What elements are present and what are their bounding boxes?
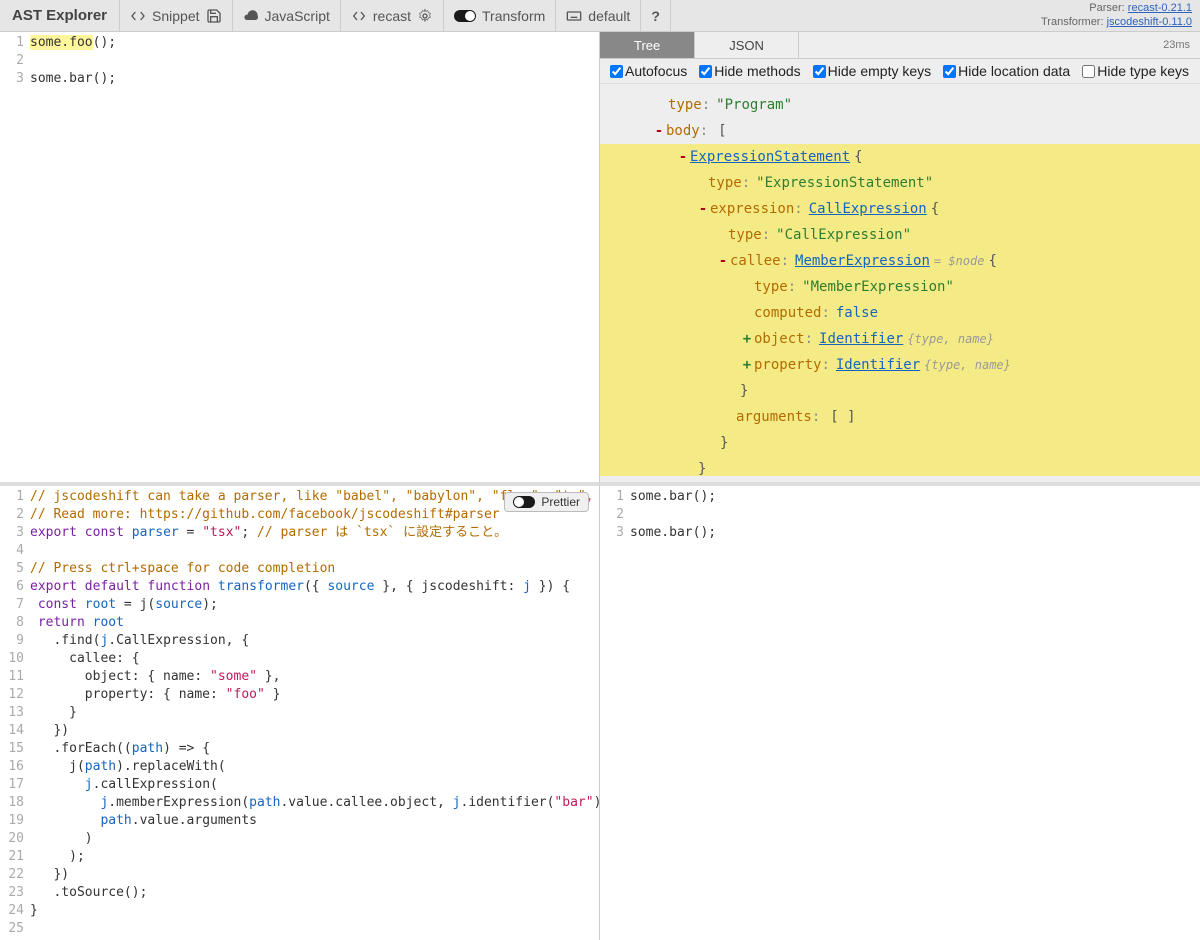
opt-hide-type-checkbox[interactable]	[1082, 65, 1095, 78]
tree-row[interactable]: + object: Identifier {type, name}	[600, 326, 1200, 352]
parser-info-label: Parser:	[1089, 2, 1124, 14]
keymap-label: default	[588, 8, 630, 24]
parse-time: 23ms	[1163, 39, 1190, 51]
transformer-info-label: Transformer:	[1041, 16, 1104, 28]
transform-menu[interactable]: Transform	[444, 0, 556, 31]
tree-row[interactable]: arguments: [ ]	[600, 404, 1200, 430]
tree-row[interactable]: - ExpressionStatement {	[600, 144, 1200, 170]
tree-toggle[interactable]: -	[696, 196, 710, 222]
source-gutter: 123	[0, 32, 30, 482]
parser-version-link[interactable]: recast-0.21.1	[1128, 2, 1192, 14]
tab-tree[interactable]: Tree	[600, 32, 695, 58]
tree-node-link[interactable]: ExpressionStatement	[690, 144, 850, 170]
tree-node-link[interactable]: Identifier	[819, 326, 903, 352]
opt-autofocus-checkbox[interactable]	[610, 65, 623, 78]
tree-toggle[interactable]: -	[676, 144, 690, 170]
prettier-label: Prettier	[541, 495, 580, 509]
prettier-toggle-icon	[513, 496, 535, 508]
keymap-menu[interactable]: default	[556, 0, 641, 31]
tree-row[interactable]: + property: Identifier {type, name}	[600, 352, 1200, 378]
tree-row[interactable]: - callee: MemberExpression = $node {	[600, 248, 1200, 274]
opt-hide-empty-checkbox[interactable]	[813, 65, 826, 78]
language-menu[interactable]: JavaScript	[233, 0, 341, 31]
tree-row[interactable]: - body: [	[600, 118, 1200, 144]
keyboard-icon	[566, 8, 582, 24]
ast-tabs: Tree JSON 23ms	[600, 32, 1200, 59]
cloud-icon	[243, 8, 259, 24]
output-gutter: 123	[600, 486, 630, 940]
language-label: JavaScript	[265, 8, 330, 24]
opt-hide-type[interactable]: Hide type keys	[1082, 63, 1189, 79]
tree-node-link[interactable]: CallExpression	[809, 196, 927, 222]
snippet-menu[interactable]: Snippet	[120, 0, 232, 31]
tree-row[interactable]: }	[600, 456, 1200, 476]
tree-options: Autofocus Hide methods Hide empty keys H…	[600, 59, 1200, 84]
gear-icon	[417, 8, 433, 24]
transformer-version-link[interactable]: jscodeshift-0.11.0	[1107, 16, 1192, 28]
transform-editor[interactable]: Prettier 1234567891011121314151617181920…	[0, 486, 600, 940]
opt-hide-methods-checkbox[interactable]	[699, 65, 712, 78]
tree-toggle[interactable]: +	[740, 352, 754, 378]
tree-toggle[interactable]: +	[740, 326, 754, 352]
source-code[interactable]: some.foo();some.bar();	[30, 32, 599, 482]
toolbar-info: Parser: recast-0.21.1 Transformer: jscod…	[1041, 0, 1192, 31]
tree-row[interactable]: }	[600, 378, 1200, 404]
transform-toggle-icon	[454, 10, 476, 22]
transform-code[interactable]: // jscodeshift can take a parser, like "…	[30, 486, 599, 940]
tree-node-link[interactable]: MemberExpression	[795, 248, 930, 274]
parser-menu[interactable]: recast	[341, 0, 444, 31]
output-code: some.bar();some.bar();	[630, 486, 1200, 940]
help-button[interactable]: ?	[641, 0, 671, 31]
tree-body[interactable]: type: "Program"- body: [- ExpressionStat…	[600, 84, 1200, 476]
toolbar: AST Explorer Snippet JavaScript recast T…	[0, 0, 1200, 32]
tree-row[interactable]: type: "CallExpression"	[600, 222, 1200, 248]
code-icon	[130, 8, 146, 24]
tree-node-link[interactable]: Identifier	[836, 352, 920, 378]
save-icon	[206, 8, 222, 24]
tree-toggle[interactable]: -	[716, 248, 730, 274]
opt-hide-loc-checkbox[interactable]	[943, 65, 956, 78]
panes: 123 some.foo();some.bar(); Tree JSON 23m…	[0, 32, 1200, 940]
prettier-toggle[interactable]: Prettier	[504, 492, 589, 512]
tree-row[interactable]: type: "Program"	[600, 92, 1200, 118]
brand[interactable]: AST Explorer	[0, 0, 120, 31]
ast-panel: Tree JSON 23ms Autofocus Hide methods Hi…	[600, 32, 1200, 486]
tree-row[interactable]: }	[600, 430, 1200, 456]
transform-gutter: 1234567891011121314151617181920212223242…	[0, 486, 30, 940]
opt-autofocus[interactable]: Autofocus	[610, 63, 687, 79]
angle-brackets-icon	[351, 8, 367, 24]
opt-hide-methods[interactable]: Hide methods	[699, 63, 800, 79]
tree-row[interactable]: computed: false	[600, 300, 1200, 326]
tree-toggle[interactable]: -	[652, 118, 666, 144]
help-icon: ?	[651, 8, 660, 24]
transform-label: Transform	[482, 8, 545, 24]
tree-row[interactable]: type: "ExpressionStatement"	[600, 170, 1200, 196]
tree-row[interactable]: - expression: CallExpression {	[600, 196, 1200, 222]
snippet-label: Snippet	[152, 8, 199, 24]
opt-hide-loc[interactable]: Hide location data	[943, 63, 1070, 79]
tree-row[interactable]: type: "MemberExpression"	[600, 274, 1200, 300]
toolbar-left: AST Explorer Snippet JavaScript recast T…	[0, 0, 671, 31]
tab-json[interactable]: JSON	[695, 32, 799, 58]
output-panel: 123 some.bar();some.bar();	[600, 486, 1200, 940]
parser-label: recast	[373, 8, 411, 24]
opt-hide-empty[interactable]: Hide empty keys	[813, 63, 931, 79]
source-editor[interactable]: 123 some.foo();some.bar();	[0, 32, 600, 486]
